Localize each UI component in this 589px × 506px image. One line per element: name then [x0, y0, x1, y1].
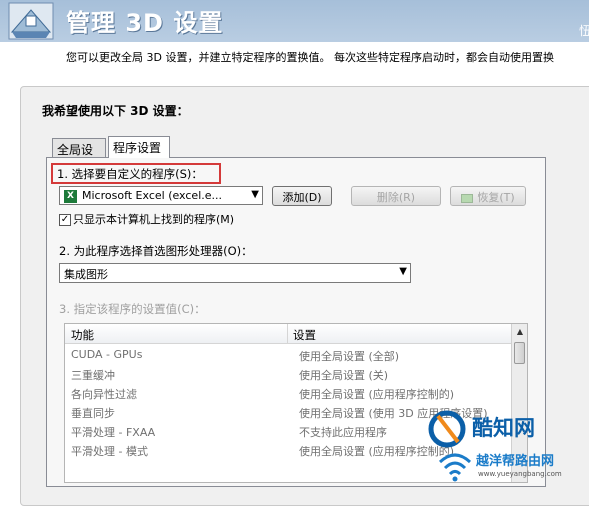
row-feature: 各向异性过滤: [71, 388, 137, 401]
table-row[interactable]: 三重缓冲 使用全局设置 (关): [65, 365, 513, 384]
excel-icon: X: [64, 189, 77, 203]
remove-button[interactable]: 删除(R): [351, 186, 441, 206]
gpu-select-value: 集成图形: [64, 268, 108, 281]
watermark-name: 酷知网: [472, 416, 535, 440]
restore-button-label: 恢复(T): [477, 191, 515, 204]
step2-label: 2. 为此程序选择首选图形处理器(O)：: [59, 244, 253, 258]
row-feature: CUDA - GPUs: [71, 348, 143, 361]
wifi-icon: [438, 453, 472, 482]
column-divider: [287, 324, 288, 344]
watermark-logo-icon: [428, 410, 466, 448]
step1-label: 1. 选择要自定义的程序(S)：: [57, 167, 203, 181]
scroll-thumb[interactable]: [514, 342, 525, 364]
gpu-select[interactable]: 集成图形 ▼: [59, 263, 411, 283]
restore-button[interactable]: 恢复(T): [450, 186, 526, 206]
watermark-url: www.yueyangbang.com: [478, 470, 562, 478]
row-feature: 三重缓冲: [71, 369, 115, 382]
tab-global-settings[interactable]: 全局设置: [52, 138, 106, 174]
program-select[interactable]: X Microsoft Excel (excel.e... ▼: [59, 186, 263, 205]
page-description: 您可以更改全局 3D 设置，并建立特定程序的置换值。 每次这些特定程序启动时，都…: [66, 51, 554, 64]
row-feature: 平滑处理 - 模式: [71, 445, 148, 458]
row-feature: 平滑处理 - FXAA: [71, 426, 156, 439]
add-button[interactable]: 添加(D): [272, 186, 332, 206]
show-only-local-checkbox[interactable]: ✓ 只显示本计算机上找到的程序(M): [59, 211, 234, 227]
watermark: 酷知网 越洋帮路由网 www.yueyangbang.com: [428, 408, 589, 485]
column-header-setting[interactable]: 设置: [293, 327, 316, 343]
chevron-down-icon: ▼: [399, 266, 407, 277]
watermark-subtitle: 越洋帮路由网: [476, 454, 555, 469]
column-header-feature[interactable]: 功能: [71, 327, 94, 343]
row-setting: 使用全局设置 (应用程序控制的): [299, 388, 455, 401]
row-setting: 使用全局设置 (关): [299, 369, 389, 382]
program-select-value: Microsoft Excel (excel.e...: [82, 189, 222, 202]
chevron-down-icon: ▼: [251, 189, 259, 200]
tab-program-settings[interactable]: 程序设置: [108, 136, 170, 158]
table-row[interactable]: 各向异性过滤 使用全局设置 (应用程序控制的): [65, 384, 513, 403]
header-right-fragment: 忸: [579, 24, 589, 38]
checkbox-box[interactable]: ✓: [59, 214, 71, 226]
table-row[interactable]: CUDA - GPUs 使用全局设置 (全部): [65, 346, 513, 365]
row-feature: 垂直同步: [71, 407, 115, 420]
restore-icon: [461, 193, 474, 203]
section-title: 我希望使用以下 3D 设置：: [42, 104, 189, 118]
nvidia-3d-settings-icon: [8, 2, 54, 40]
header-bar: 管理 3D 设置 忸: [0, 0, 589, 42]
settings-table-header: 功能 设置: [65, 324, 513, 344]
row-setting: 不支持此应用程序: [299, 426, 387, 439]
scroll-up-icon[interactable]: ▲: [513, 325, 527, 339]
page-title: 管理 3D 设置: [66, 9, 224, 37]
step3-label: 3. 指定该程序的设置值(C)：: [59, 302, 206, 316]
show-only-local-label: 只显示本计算机上找到的程序(M): [73, 213, 235, 226]
row-setting: 使用全局设置 (全部): [299, 350, 400, 363]
